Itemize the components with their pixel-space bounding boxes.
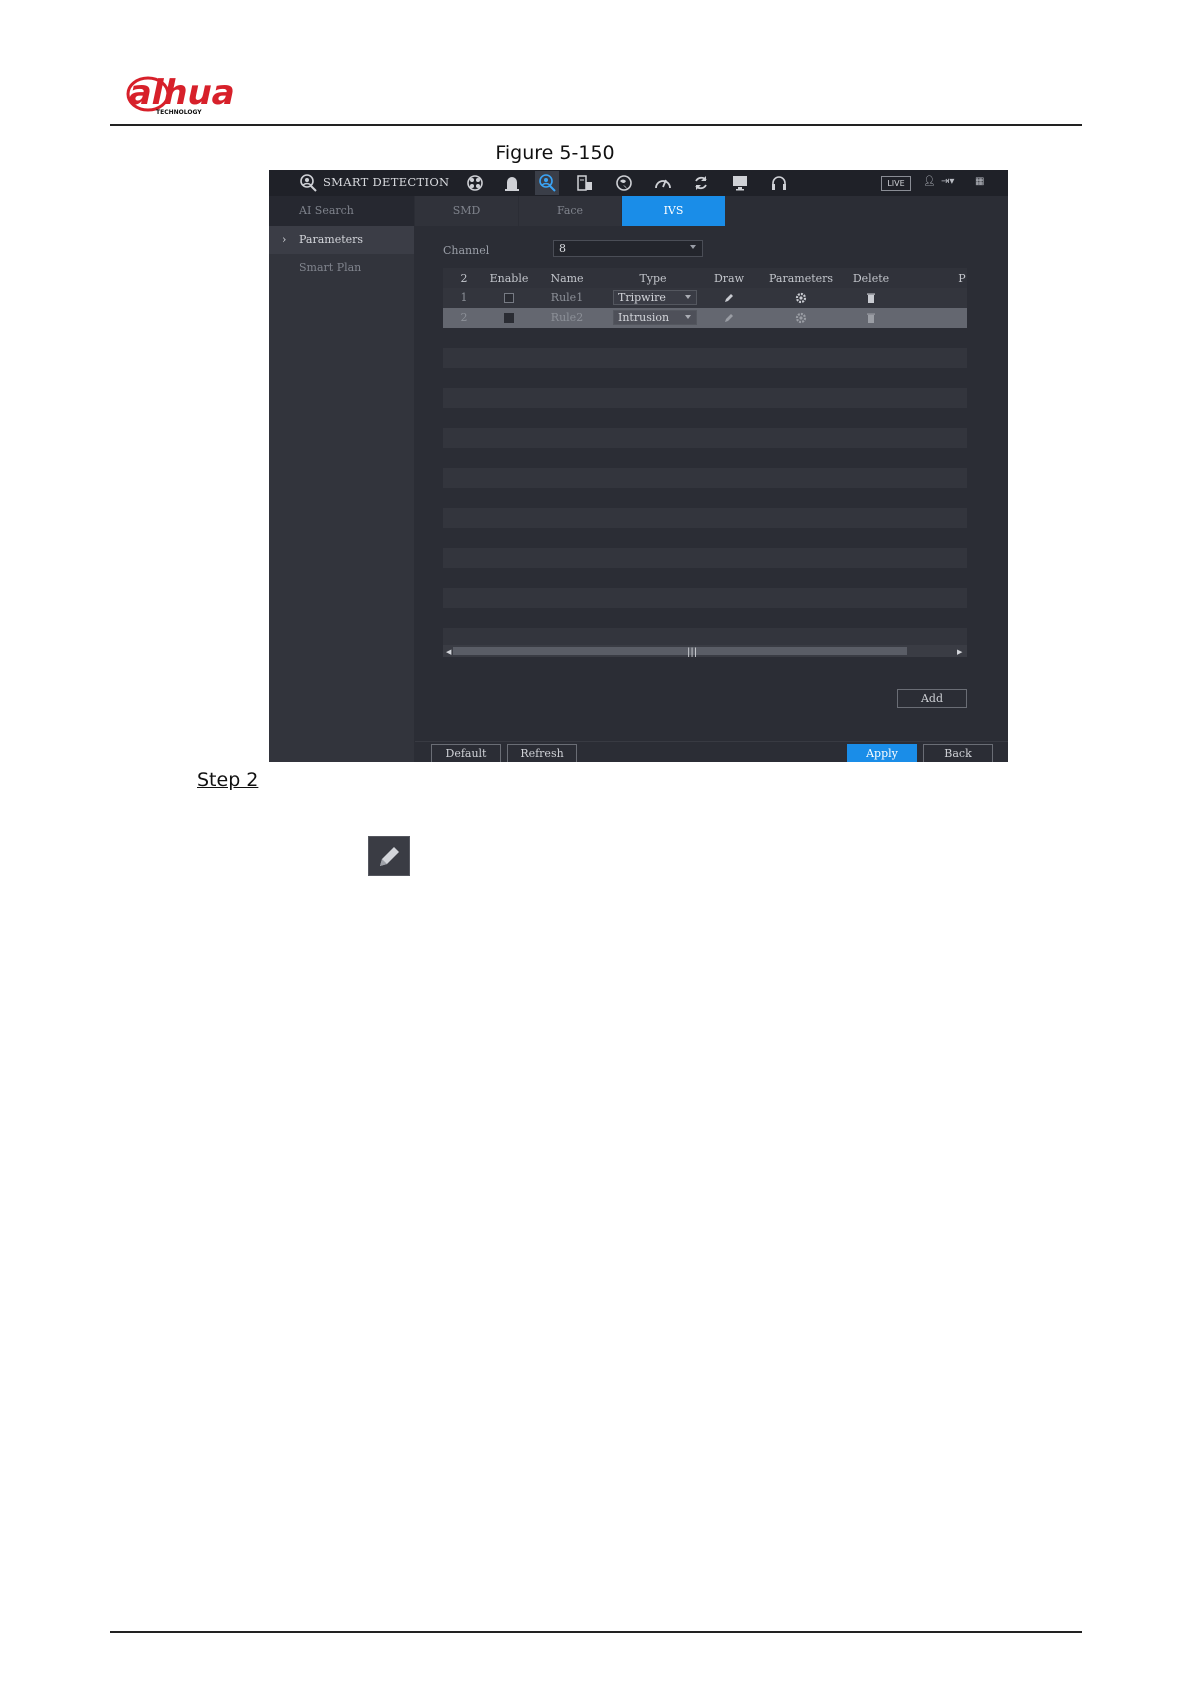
- menu-grid-icon[interactable]: ▦: [975, 176, 984, 187]
- empty-row: [443, 608, 967, 628]
- refresh-button[interactable]: Refresh: [507, 744, 577, 762]
- rule-name: Rule2: [550, 311, 584, 324]
- column-header-name: Name: [550, 272, 584, 285]
- bottom-bar: [415, 741, 1008, 762]
- alarm-icon[interactable]: [502, 173, 522, 193]
- svg-text:TECHNOLOGY: TECHNOLOGY: [156, 109, 202, 116]
- empty-row: [443, 628, 967, 645]
- nvr-screen: SMART DETECTION LIVE 👤︎ ⇥▾ ▦ AI Search S…: [269, 170, 1008, 762]
- type-value: Intrusion: [618, 311, 670, 324]
- header-rule: [110, 124, 1082, 126]
- empty-row: [443, 408, 967, 428]
- column-header-index: 2: [460, 272, 468, 285]
- draw-pencil-icon: [368, 836, 410, 876]
- rule-name: Rule1: [550, 291, 584, 304]
- column-header-delete: Delete: [852, 272, 890, 285]
- channel-value: 8: [559, 242, 566, 255]
- figure-caption: Figure 5-150: [495, 142, 615, 164]
- gear-icon[interactable]: [795, 292, 807, 304]
- apply-button[interactable]: Apply: [847, 744, 917, 762]
- empty-row: [443, 348, 967, 368]
- empty-row: [443, 548, 967, 568]
- rules-table: 2 Enable Name Type Draw Parameters Delet…: [443, 268, 967, 657]
- headset-icon[interactable]: [769, 173, 789, 193]
- tab-smd[interactable]: SMD: [415, 196, 518, 226]
- type-value: Tripwire: [618, 291, 666, 304]
- table-row[interactable]: 2 Rule2 Intrusion: [443, 308, 967, 328]
- scroll-right-icon[interactable]: ▶: [957, 648, 962, 656]
- trash-icon[interactable]: [865, 292, 877, 304]
- chevron-down-icon: [685, 295, 691, 299]
- smart-detection-icon: [300, 174, 317, 192]
- enable-checkbox[interactable]: [504, 313, 514, 323]
- empty-row: [443, 328, 967, 348]
- scroll-left-icon[interactable]: ◀: [446, 648, 451, 656]
- sidebar-item-label: Smart Plan: [299, 261, 362, 274]
- row-index: 1: [460, 291, 468, 304]
- default-button[interactable]: Default: [431, 744, 501, 762]
- footer-rule: [110, 1631, 1082, 1633]
- tab-face[interactable]: Face: [519, 196, 621, 226]
- type-select[interactable]: Tripwire: [613, 290, 697, 305]
- draw-pencil-icon[interactable]: [723, 292, 735, 304]
- main-panel: Channel 8 2 Enable Name Type Draw Parame…: [415, 226, 1008, 762]
- chevron-right-icon: ›: [282, 233, 287, 246]
- gear-icon[interactable]: [795, 312, 807, 324]
- empty-row: [443, 468, 967, 488]
- channel-label: Channel: [443, 244, 490, 257]
- column-header-parameters: Parameters: [769, 272, 834, 285]
- ai-search-icon: [539, 174, 556, 192]
- empty-row: [443, 588, 967, 608]
- back-button[interactable]: Back: [923, 744, 993, 762]
- ai-search-tab-highlight[interactable]: [535, 171, 559, 195]
- column-header-enable: Enable: [489, 272, 529, 285]
- step-label: Step 2: [197, 769, 259, 791]
- company-logo: alhua TECHNOLOGY: [120, 70, 260, 118]
- tab-ai-search[interactable]: AI Search: [269, 196, 414, 226]
- performance-icon[interactable]: [653, 173, 673, 193]
- empty-row: [443, 488, 967, 508]
- enable-checkbox[interactable]: [504, 293, 514, 303]
- display-icon[interactable]: [730, 173, 750, 193]
- table-header: 2 Enable Name Type Draw Parameters Delet…: [443, 268, 967, 288]
- empty-row: [443, 428, 967, 448]
- empty-row: [443, 388, 967, 408]
- user-icon[interactable]: 👤︎: [923, 176, 936, 187]
- top-bar: SMART DETECTION LIVE 👤︎ ⇥▾ ▦: [269, 170, 1008, 196]
- type-select[interactable]: Intrusion: [613, 310, 697, 325]
- sidebar: › Parameters Smart Plan: [269, 226, 414, 762]
- live-button[interactable]: LIVE: [881, 176, 911, 191]
- horizontal-scrollbar[interactable]: ◀ ||| ▶: [443, 645, 967, 657]
- camera-icon[interactable]: [465, 173, 485, 193]
- network-icon[interactable]: [614, 173, 634, 193]
- scrollbar-thumb[interactable]: |||: [453, 647, 907, 657]
- storage-icon[interactable]: [575, 173, 595, 193]
- chevron-down-icon: [685, 315, 691, 319]
- empty-row: [443, 568, 967, 588]
- empty-row: [443, 508, 967, 528]
- tab-ivs[interactable]: IVS: [622, 196, 725, 226]
- sidebar-item-label: Parameters: [299, 233, 364, 246]
- column-header-truncated: P: [958, 272, 966, 285]
- tabs-row: AI Search SMD Face IVS: [269, 196, 1008, 226]
- trash-icon[interactable]: [865, 312, 877, 324]
- column-header-draw: Draw: [713, 272, 745, 285]
- chevron-down-icon: [690, 245, 696, 249]
- empty-row: [443, 448, 967, 468]
- empty-row: [443, 368, 967, 388]
- app-title: SMART DETECTION: [323, 175, 450, 189]
- sidebar-item-smart-plan[interactable]: Smart Plan: [269, 254, 414, 282]
- channel-select[interactable]: 8: [553, 240, 703, 257]
- update-icon[interactable]: [691, 173, 711, 193]
- sidebar-item-parameters[interactable]: › Parameters: [269, 226, 414, 254]
- empty-row: [443, 528, 967, 548]
- row-index: 2: [460, 311, 468, 324]
- draw-pencil-icon[interactable]: [723, 312, 735, 324]
- column-header-type: Type: [639, 272, 667, 285]
- grip-icon: |||: [687, 647, 698, 657]
- logout-icon[interactable]: ⇥▾: [941, 176, 954, 187]
- add-button[interactable]: Add: [897, 689, 967, 708]
- table-row[interactable]: 1 Rule1 Tripwire: [443, 288, 967, 308]
